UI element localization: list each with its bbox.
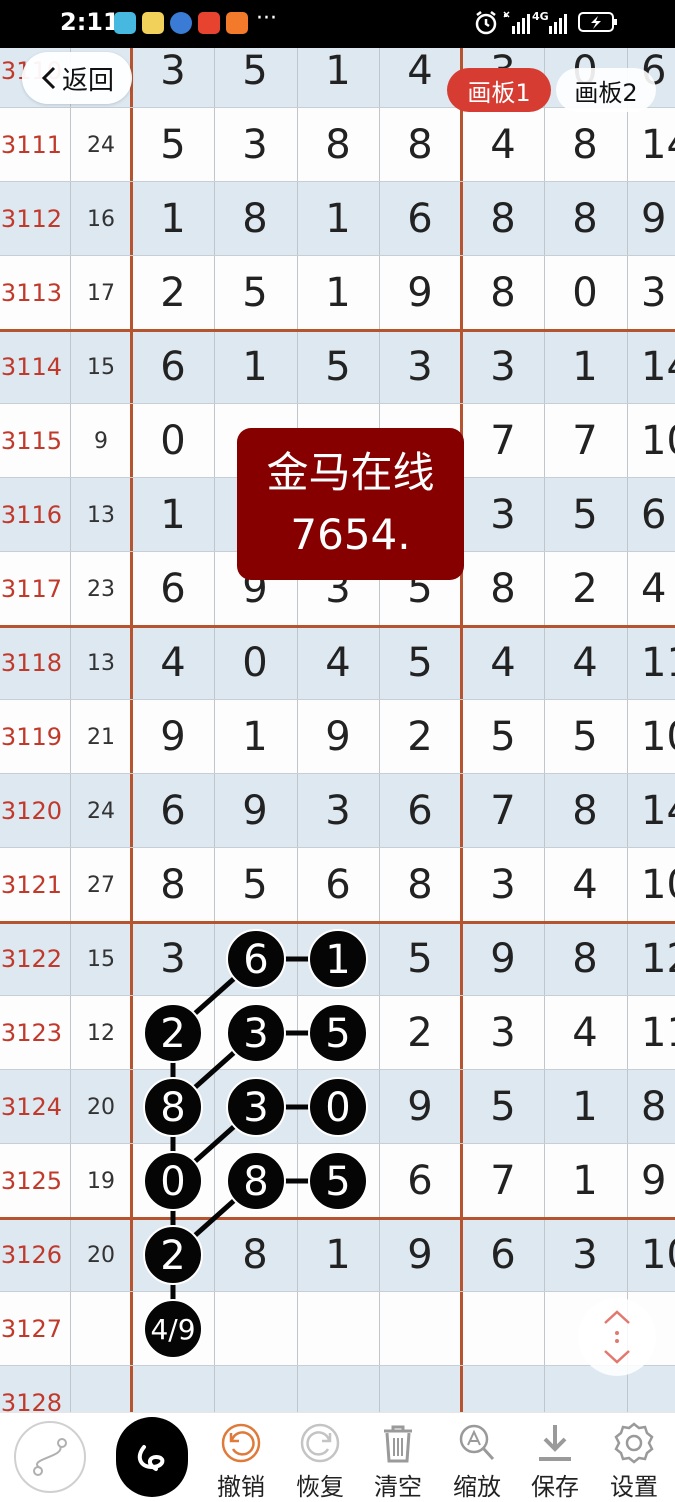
curve-path-icon [33, 1438, 67, 1476]
node-label: 5 [325, 1011, 350, 1057]
tool-label: 保存 [531, 1473, 579, 1501]
marked-number-node[interactable]: 8 [143, 1077, 203, 1137]
marked-number-node[interactable]: 1 [308, 929, 368, 989]
marked-number-node[interactable]: 2 [143, 1003, 203, 1063]
status-time: 2:11 [60, 8, 120, 36]
marked-number-node[interactable]: 4/9 [143, 1299, 203, 1359]
app-notification-icon [226, 12, 248, 34]
marked-number-node[interactable]: 5 [308, 1151, 368, 1211]
taobao-app-icon [198, 12, 220, 34]
zoom-icon [459, 1424, 495, 1461]
undo-button[interactable]: 撤销 [202, 1413, 280, 1501]
zoom-button[interactable]: 缩放 [438, 1413, 516, 1501]
signal-icon [503, 11, 530, 34]
undo-icon [221, 1423, 261, 1463]
marked-number-node[interactable]: 3 [226, 1003, 286, 1063]
tool-label: 缩放 [453, 1473, 501, 1501]
music-app-icon [170, 12, 192, 34]
node-label: 6 [243, 937, 268, 983]
alarm-icon [475, 11, 497, 35]
settings-icon [614, 1422, 654, 1464]
more-notifications-icon: ··· [256, 6, 277, 31]
marked-number-node[interactable]: 8 [226, 1151, 286, 1211]
tool-label: 恢复 [296, 1473, 344, 1501]
marked-number-node[interactable]: 5 [308, 1003, 368, 1063]
settings-button[interactable]: 设置 [595, 1413, 673, 1501]
cellular-icon [549, 14, 567, 34]
redo-button[interactable]: 恢复 [281, 1413, 359, 1501]
freehand-mode-button[interactable] [116, 1417, 188, 1497]
redo-icon [300, 1423, 340, 1463]
marked-number-node[interactable]: 0 [143, 1151, 203, 1211]
app-notification-icon [114, 12, 136, 34]
tool-label: 清空 [374, 1473, 422, 1501]
node-label: 1 [325, 937, 350, 983]
trash-button[interactable]: 清空 [359, 1413, 437, 1501]
tool-label: 设置 [610, 1473, 658, 1501]
save-icon [539, 1425, 571, 1461]
line-mode-button[interactable] [14, 1421, 86, 1493]
battery-icon [578, 12, 617, 32]
node-label: 4/9 [150, 1313, 195, 1346]
node-label: 3 [243, 1085, 268, 1131]
node-label: 8 [160, 1085, 185, 1131]
node-label: 8 [243, 1159, 268, 1205]
marked-number-node[interactable]: 6 [226, 929, 286, 989]
node-label: 5 [325, 1159, 350, 1205]
node-label: 3 [243, 1011, 268, 1057]
app-notification-icon [142, 12, 164, 34]
save-button[interactable]: 保存 [516, 1413, 594, 1501]
tool-label: 撤销 [217, 1473, 265, 1501]
node-label: 2 [160, 1011, 185, 1057]
marked-number-node[interactable]: 0 [308, 1077, 368, 1137]
trash-icon [384, 1425, 412, 1463]
network-type: 4G [532, 10, 549, 23]
drawing-layer[interactable]: 6 1 2 3 5 8 3 0 0 8 5 2 4/9 [0, 0, 675, 1412]
status-bar: 2:11 ··· 4G [0, 0, 675, 48]
bottom-toolbar: 撤销 恢复 清空 缩放 保存 设置 [0, 1412, 675, 1501]
marked-number-node[interactable]: 2 [143, 1225, 203, 1285]
marked-number-node[interactable]: 3 [226, 1077, 286, 1137]
freehand-draw-icon [137, 1445, 165, 1471]
node-label: 2 [160, 1233, 185, 1279]
node-label: 0 [160, 1159, 185, 1205]
node-label: 0 [325, 1085, 350, 1131]
